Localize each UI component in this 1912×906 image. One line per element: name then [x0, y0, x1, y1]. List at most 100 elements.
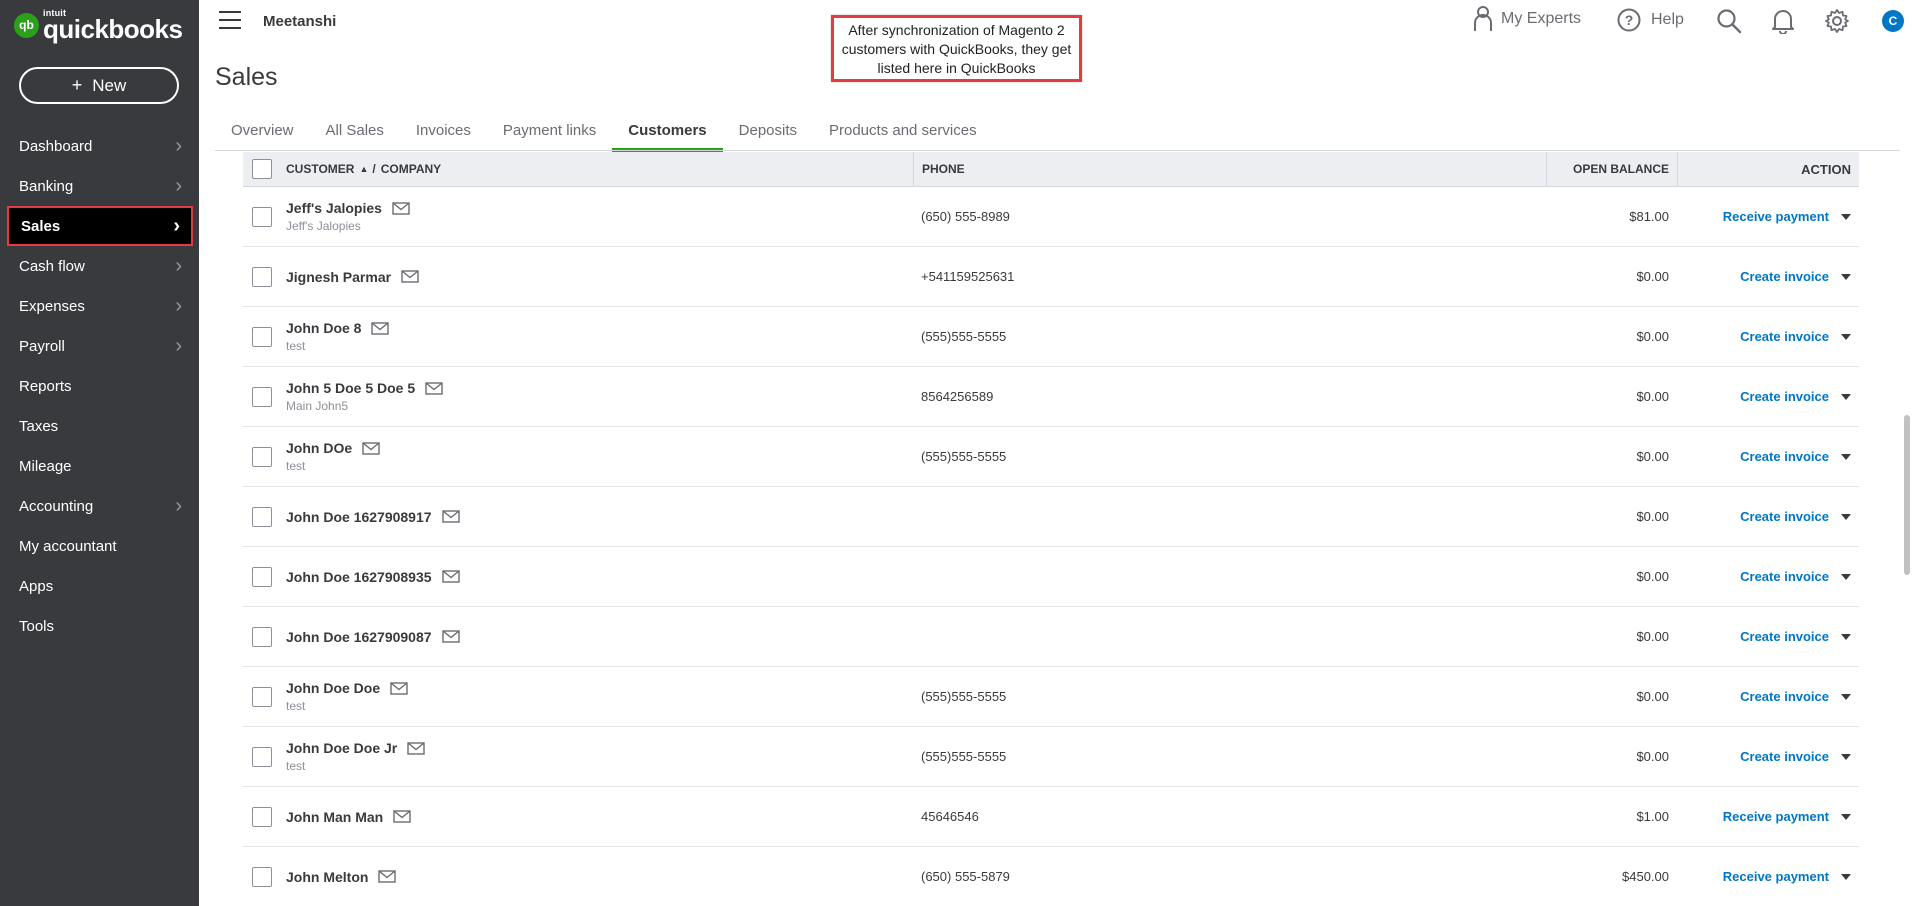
- customer-column-header[interactable]: CUSTOMER ▲ / COMPANY: [280, 162, 913, 176]
- phone-cell: (555)555-5555: [921, 449, 1007, 464]
- row-checkbox[interactable]: [251, 566, 272, 587]
- mail-icon[interactable]: [362, 441, 380, 455]
- customer-name-link[interactable]: John DOe: [286, 440, 352, 456]
- caret-down-icon[interactable]: [1841, 453, 1851, 460]
- hamburger-menu-icon[interactable]: [219, 11, 241, 29]
- customer-name-link[interactable]: John Man Man: [286, 809, 383, 825]
- new-button[interactable]: + New: [19, 67, 179, 104]
- tab-invoices[interactable]: Invoices: [400, 112, 487, 152]
- my-experts-button[interactable]: My Experts: [1473, 5, 1581, 33]
- search-icon[interactable]: [1716, 8, 1742, 39]
- sidebar-item-payroll[interactable]: Payroll ›: [0, 326, 199, 366]
- mail-icon[interactable]: [378, 870, 397, 883]
- caret-down-icon[interactable]: [1841, 873, 1851, 880]
- row-checkbox[interactable]: [251, 326, 272, 347]
- caret-down-icon[interactable]: [1841, 753, 1851, 760]
- caret-down-icon[interactable]: [1841, 633, 1851, 640]
- customer-name-link[interactable]: John Doe Doe: [286, 680, 380, 696]
- row-checkbox[interactable]: [251, 686, 272, 707]
- caret-down-icon[interactable]: [1841, 393, 1851, 400]
- caret-down-icon[interactable]: [1841, 513, 1851, 520]
- customer-name-link[interactable]: John Melton: [286, 869, 368, 885]
- caret-down-icon[interactable]: [1841, 333, 1851, 340]
- phone-column-header[interactable]: PHONE: [913, 151, 1546, 187]
- sidebar-item-label: Taxes: [19, 417, 59, 435]
- tab-deposits[interactable]: Deposits: [723, 112, 813, 152]
- create-invoice-link[interactable]: Create invoice: [1740, 329, 1829, 344]
- mail-icon[interactable]: [425, 381, 443, 395]
- sidebar-item-taxes[interactable]: Taxes: [0, 406, 199, 446]
- mail-icon[interactable]: [441, 510, 460, 523]
- page-scrollbar[interactable]: [1904, 415, 1910, 575]
- gear-icon[interactable]: [1824, 8, 1850, 39]
- sidebar-item-apps[interactable]: Apps: [0, 566, 199, 606]
- caret-down-icon[interactable]: [1841, 573, 1851, 580]
- mail-icon[interactable]: [441, 630, 460, 643]
- row-checkbox[interactable]: [251, 386, 272, 407]
- customer-name-link[interactable]: Jignesh Parmar: [286, 269, 391, 285]
- create-invoice-link[interactable]: Create invoice: [1740, 389, 1829, 404]
- customer-name-link[interactable]: John Doe Doe Jr: [286, 740, 397, 756]
- row-checkbox[interactable]: [251, 506, 272, 527]
- mail-icon[interactable]: [441, 570, 460, 583]
- create-invoice-link[interactable]: Create invoice: [1740, 509, 1829, 524]
- tab-overview[interactable]: Overview: [215, 112, 310, 152]
- create-invoice-link[interactable]: Create invoice: [1740, 629, 1829, 644]
- sidebar-item-mileage[interactable]: Mileage: [0, 446, 199, 486]
- receive-payment-link[interactable]: Receive payment: [1723, 809, 1829, 824]
- row-checkbox[interactable]: [251, 446, 272, 467]
- mail-icon[interactable]: [371, 321, 390, 335]
- row-checkbox[interactable]: [251, 206, 272, 227]
- user-avatar[interactable]: C: [1882, 10, 1904, 32]
- caret-down-icon[interactable]: [1841, 813, 1851, 820]
- receive-payment-link[interactable]: Receive payment: [1723, 209, 1829, 224]
- sidebar-item-accounting[interactable]: Accounting ›: [0, 486, 199, 526]
- row-checkbox[interactable]: [251, 266, 272, 287]
- tab-all-sales[interactable]: All Sales: [310, 112, 400, 152]
- create-invoice-link[interactable]: Create invoice: [1740, 689, 1829, 704]
- tab-products-and-services[interactable]: Products and services: [813, 112, 993, 152]
- customer-name-link[interactable]: Jeff's Jalopies: [286, 200, 382, 216]
- sidebar-item-banking[interactable]: Banking ›: [0, 166, 199, 206]
- sidebar-item-cash-flow[interactable]: Cash flow ›: [0, 246, 199, 286]
- tab-payment-links[interactable]: Payment links: [487, 112, 612, 152]
- help-button[interactable]: ? Help: [1617, 8, 1684, 32]
- sidebar-item-my-accountant[interactable]: My accountant: [0, 526, 199, 566]
- header-checkbox-cell: [243, 159, 280, 179]
- tab-customers[interactable]: Customers: [612, 112, 724, 152]
- customer-name-link[interactable]: John Doe 1627908917: [286, 509, 432, 525]
- create-invoice-link[interactable]: Create invoice: [1740, 569, 1829, 584]
- sidebar-item-dashboard[interactable]: Dashboard ›: [0, 126, 199, 166]
- customer-name-link[interactable]: John Doe 1627909087: [286, 629, 432, 645]
- customer-name-link[interactable]: John Doe 8: [286, 320, 361, 336]
- select-all-checkbox[interactable]: [251, 159, 272, 179]
- sidebar-item-reports[interactable]: Reports: [0, 366, 199, 406]
- mail-icon[interactable]: [393, 810, 411, 823]
- mail-icon[interactable]: [407, 741, 425, 755]
- create-invoice-link[interactable]: Create invoice: [1740, 269, 1829, 284]
- table-row: John Doe 1627908917 $0.00 Create invoice: [243, 487, 1859, 547]
- quickbooks-logo[interactable]: qb intuit quickbooks: [14, 8, 183, 42]
- row-checkbox[interactable]: [251, 806, 272, 827]
- customer-name-link[interactable]: John Doe 1627908935: [286, 569, 432, 585]
- mail-icon[interactable]: [401, 270, 419, 283]
- bell-icon[interactable]: [1771, 8, 1795, 39]
- caret-down-icon[interactable]: [1841, 273, 1851, 280]
- create-invoice-link[interactable]: Create invoice: [1740, 749, 1829, 764]
- phone-cell: (555)555-5555: [921, 749, 1007, 764]
- sidebar-item-sales[interactable]: Sales ›: [7, 206, 193, 246]
- row-checkbox[interactable]: [251, 626, 272, 647]
- sidebar-item-expenses[interactable]: Expenses ›: [0, 286, 199, 326]
- open-balance-cell: $0.00: [1636, 389, 1669, 404]
- open-balance-column-header[interactable]: OPEN BALANCE: [1546, 151, 1677, 187]
- row-checkbox[interactable]: [251, 866, 272, 887]
- mail-icon[interactable]: [392, 201, 410, 215]
- mail-icon[interactable]: [390, 681, 408, 695]
- row-checkbox[interactable]: [251, 746, 272, 767]
- sidebar-item-tools[interactable]: Tools: [0, 606, 199, 646]
- receive-payment-link[interactable]: Receive payment: [1723, 869, 1829, 884]
- customer-name-link[interactable]: John 5 Doe 5 Doe 5: [286, 380, 415, 396]
- caret-down-icon[interactable]: [1841, 693, 1851, 700]
- create-invoice-link[interactable]: Create invoice: [1740, 449, 1829, 464]
- caret-down-icon[interactable]: [1841, 213, 1851, 220]
